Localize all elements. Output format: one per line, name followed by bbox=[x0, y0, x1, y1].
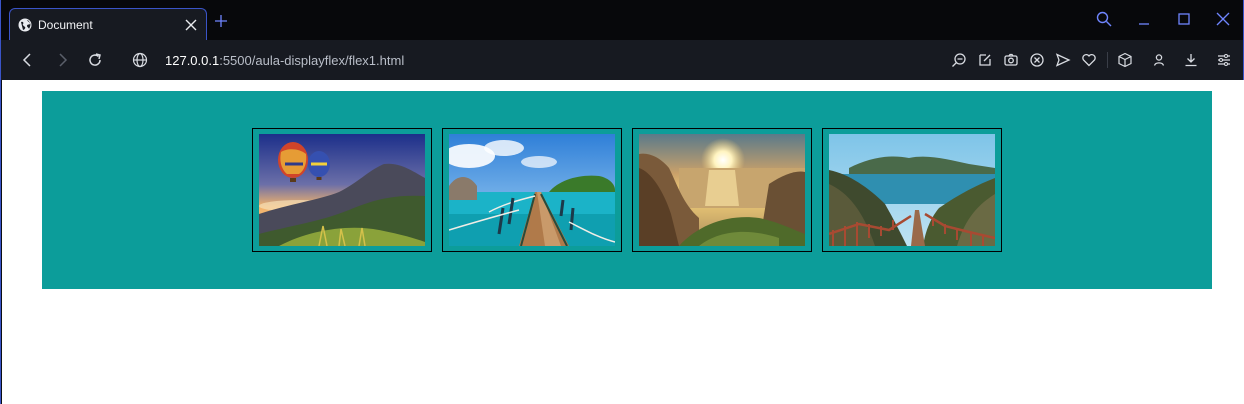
close-icon[interactable] bbox=[184, 18, 198, 32]
image-card bbox=[252, 128, 432, 252]
site-info-globe-icon[interactable] bbox=[132, 52, 148, 68]
flex-container bbox=[42, 91, 1212, 289]
hot-air-balloons-mountain-photo bbox=[259, 134, 425, 246]
page-viewport bbox=[2, 80, 1244, 404]
globe-icon bbox=[18, 18, 32, 32]
url-path: :5500/aula-displayflex/flex1.html bbox=[219, 53, 405, 68]
heart-icon[interactable] bbox=[1081, 52, 1097, 68]
minimize-icon[interactable] bbox=[1135, 10, 1153, 28]
beach-pier-photo bbox=[449, 134, 615, 246]
camera-icon[interactable] bbox=[1003, 52, 1019, 68]
coastal-stairway-photo bbox=[829, 134, 995, 246]
download-icon[interactable] bbox=[1183, 52, 1199, 68]
close-circle-icon[interactable] bbox=[1029, 52, 1045, 68]
browser-window: Document 127.0.0.1:5500/aula-displayflex… bbox=[0, 0, 1244, 404]
forward-arrow-icon[interactable] bbox=[54, 52, 70, 68]
sunset-cliffs-sea-photo bbox=[639, 134, 805, 246]
reload-icon[interactable] bbox=[87, 52, 103, 68]
back-arrow-icon[interactable] bbox=[20, 52, 36, 68]
window-close-icon[interactable] bbox=[1214, 10, 1232, 28]
image-card bbox=[822, 128, 1002, 252]
address-bar[interactable]: 127.0.0.1:5500/aula-displayflex/flex1.ht… bbox=[165, 53, 404, 68]
image-card bbox=[442, 128, 622, 252]
menu-sliders-icon[interactable] bbox=[1216, 52, 1232, 68]
tab-document[interactable]: Document bbox=[9, 8, 207, 40]
toolbar-divider bbox=[1107, 52, 1108, 68]
send-icon[interactable] bbox=[1055, 52, 1071, 68]
new-tab-plus-icon[interactable] bbox=[213, 13, 229, 29]
cube-icon[interactable] bbox=[1117, 52, 1133, 68]
search-icon[interactable] bbox=[1095, 10, 1113, 28]
zoom-out-icon[interactable] bbox=[951, 52, 967, 68]
tab-strip: Document bbox=[1, 0, 1243, 40]
tab-title: Document bbox=[38, 17, 93, 32]
image-card bbox=[632, 128, 812, 252]
maximize-icon[interactable] bbox=[1175, 10, 1193, 28]
edit-icon[interactable] bbox=[977, 52, 993, 68]
url-host: 127.0.0.1 bbox=[165, 53, 220, 68]
profile-icon[interactable] bbox=[1151, 52, 1167, 68]
